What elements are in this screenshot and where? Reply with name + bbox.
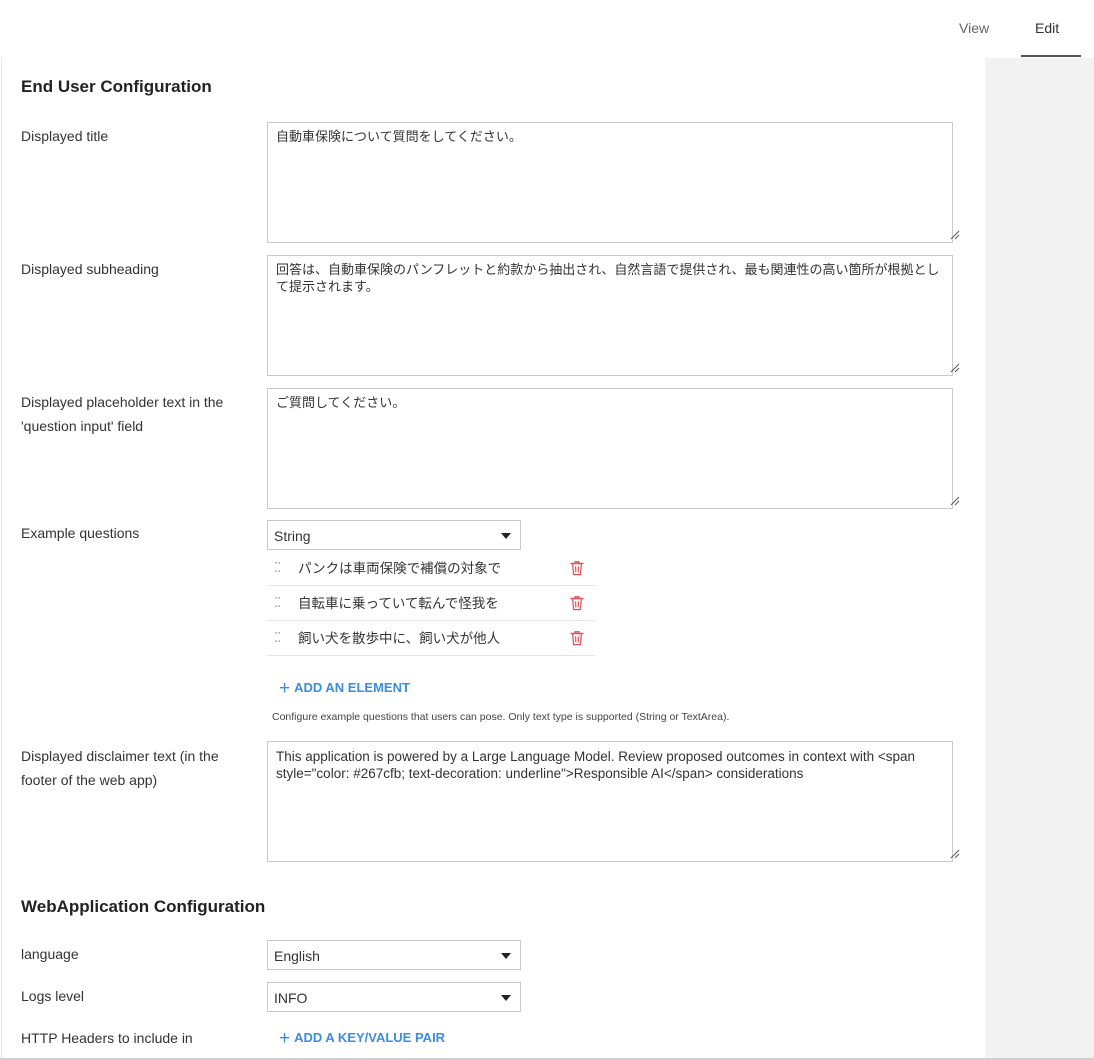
add-key-value-pair-button[interactable]: + ADD A KEY/VALUE PAIR bbox=[279, 1028, 445, 1050]
right-side-panel bbox=[984, 58, 1094, 1058]
drag-handle-icon[interactable]: ⁚⁚ bbox=[274, 595, 281, 611]
caret-down-icon bbox=[501, 533, 511, 539]
disclaimer-input[interactable]: This application is powered by a Large L… bbox=[267, 741, 953, 862]
http-headers-label: HTTP Headers to include in bbox=[21, 1030, 193, 1046]
placeholder-text-input[interactable]: ご質問してください。 bbox=[267, 388, 953, 509]
trash-icon[interactable] bbox=[570, 595, 584, 611]
displayed-title-input[interactable]: 自動車保険について質問をしてください。 bbox=[267, 122, 953, 243]
active-tab-indicator bbox=[1021, 55, 1081, 57]
select-value: INFO bbox=[274, 990, 308, 1006]
example-questions-type-select[interactable]: String bbox=[267, 520, 521, 550]
select-value: String bbox=[274, 528, 311, 544]
drag-handle-icon[interactable]: ⁚⁚ bbox=[274, 560, 281, 576]
add-element-label: ADD AN ELEMENT bbox=[294, 680, 410, 695]
section-title-end-user: End User Configuration bbox=[21, 77, 212, 96]
example-questions-help-text: Configure example questions that users c… bbox=[272, 711, 730, 723]
resize-grip-icon[interactable] bbox=[950, 496, 960, 506]
plus-icon: + bbox=[279, 1028, 291, 1049]
list-item: ⁚⁚ bbox=[267, 586, 595, 621]
logs-level-label: Logs level bbox=[21, 988, 85, 1004]
example-questions-label: Example questions bbox=[21, 525, 140, 541]
section-title-webapp: WebApplication Configuration bbox=[21, 897, 266, 916]
list-item: ⁚⁚ bbox=[267, 551, 595, 586]
tab-edit[interactable]: Edit bbox=[1035, 20, 1059, 36]
caret-down-icon bbox=[501, 953, 511, 959]
language-label: language bbox=[21, 946, 79, 962]
trash-icon[interactable] bbox=[570, 630, 584, 646]
displayed-subheading-input[interactable]: 回答は、自動車保険のパンフレットと約款から抽出され、自然言語で提供され、最も関連… bbox=[267, 255, 953, 376]
language-select[interactable]: English bbox=[267, 940, 521, 970]
example-question-input[interactable] bbox=[298, 559, 538, 575]
placeholder-text-label: Displayed placeholder text in the 'quest… bbox=[21, 394, 224, 434]
drag-handle-icon[interactable]: ⁚⁚ bbox=[274, 630, 281, 646]
resize-grip-icon[interactable] bbox=[950, 230, 960, 240]
disclaimer-label: Displayed disclaimer text (in the footer… bbox=[21, 748, 219, 788]
resize-grip-icon[interactable] bbox=[950, 363, 960, 373]
example-question-input[interactable] bbox=[298, 594, 538, 610]
top-tab-bar: View Edit bbox=[0, 0, 1094, 58]
caret-down-icon bbox=[501, 995, 511, 1001]
tab-view[interactable]: View bbox=[959, 20, 989, 36]
plus-icon: + bbox=[279, 678, 291, 699]
displayed-subheading-label: Displayed subheading bbox=[21, 261, 159, 277]
add-element-button[interactable]: + ADD AN ELEMENT bbox=[279, 678, 410, 700]
add-key-value-label: ADD A KEY/VALUE PAIR bbox=[294, 1030, 446, 1045]
trash-icon[interactable] bbox=[570, 560, 584, 576]
list-item: ⁚⁚ bbox=[267, 621, 595, 656]
resize-grip-icon[interactable] bbox=[950, 849, 960, 859]
displayed-title-label: Displayed title bbox=[21, 128, 109, 144]
select-value: English bbox=[274, 948, 320, 964]
example-question-input[interactable] bbox=[298, 629, 538, 645]
logs-level-select[interactable]: INFO bbox=[267, 982, 521, 1012]
